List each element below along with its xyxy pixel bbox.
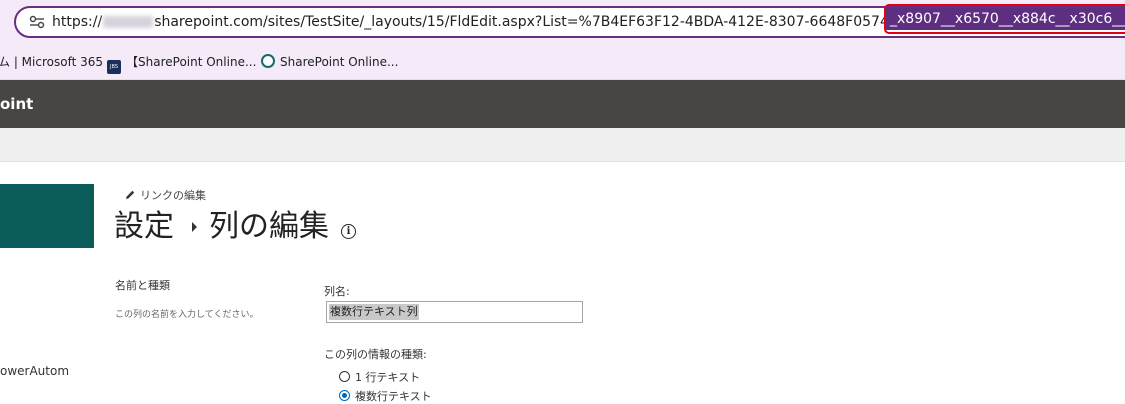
blurred-tenant: [103, 16, 154, 28]
radio-button[interactable]: [339, 371, 350, 382]
info-icon[interactable]: i: [341, 224, 356, 239]
sharepoint-icon: [261, 54, 275, 68]
column-name-value: 複数行テキスト列: [329, 304, 419, 320]
edit-links-button[interactable]: リンクの編集: [124, 188, 206, 204]
breadcrumb-edit-column: 列の編集: [209, 209, 329, 244]
edit-links-label: リンクの編集: [140, 189, 206, 202]
url-path: sharepoint.com/sites/TestSite/_layouts/1…: [154, 14, 1003, 30]
site-settings-icon[interactable]: [29, 15, 45, 29]
site-logo[interactable]: [0, 184, 94, 248]
radio-button-checked[interactable]: [339, 390, 350, 401]
section-heading: 名前と種類: [115, 279, 170, 292]
bookmark-label: ム | Microsoft 365: [0, 55, 104, 69]
column-name-label: 列名:: [324, 285, 350, 298]
radio-single-line-text[interactable]: 1 行テキスト: [339, 371, 420, 385]
breadcrumb-settings[interactable]: 設定: [114, 209, 174, 244]
radio-label: 1 行テキスト: [355, 371, 421, 384]
browser-toolbar: https:// sharepoint.com/sites/TestSite/_l…: [0, 0, 1125, 46]
pencil-icon: [126, 190, 135, 199]
jbs-icon: JBS: [107, 60, 121, 74]
radio-multi-line-text[interactable]: 複数行テキスト: [339, 390, 432, 404]
url-selected-text[interactable]: _x8907__x6570__x884c__x30c6__x30: [886, 8, 1125, 30]
bookmark-sharepoint-online-2[interactable]: SharePoint Online...: [261, 54, 398, 70]
column-name-input[interactable]: 複数行テキスト列: [326, 301, 583, 323]
suite-bar: oint: [0, 80, 1125, 128]
address-bar[interactable]: https:// sharepoint.com/sites/TestSite/_l…: [14, 4, 1125, 38]
bookmark-microsoft-365[interactable]: ム | Microsoft 365: [0, 54, 103, 70]
command-strip: [0, 128, 1125, 162]
url-text[interactable]: https:// sharepoint.com/sites/TestSite/_l…: [52, 13, 1003, 31]
bookmarks-bar: ム | Microsoft 365 JBS 【SharePoint Online.…: [0, 46, 1125, 80]
bookmark-label: 【SharePoint Online...: [126, 55, 257, 69]
radio-label: 複数行テキスト: [355, 390, 432, 403]
url-prefix: https://: [52, 14, 103, 30]
breadcrumb-arrow-icon: [192, 222, 197, 232]
section-description: この列の名前を入力してください。: [115, 310, 259, 320]
suite-title[interactable]: oint: [0, 94, 33, 114]
column-type-label: この列の情報の種類:: [324, 348, 427, 361]
bookmark-label: SharePoint Online...: [280, 55, 399, 69]
bookmark-sharepoint-online-1[interactable]: JBS 【SharePoint Online...: [107, 54, 256, 74]
left-nav-item-powerautomate[interactable]: owerAutom: [0, 363, 69, 379]
page-title: 設定 列の編集 i: [114, 205, 356, 249]
